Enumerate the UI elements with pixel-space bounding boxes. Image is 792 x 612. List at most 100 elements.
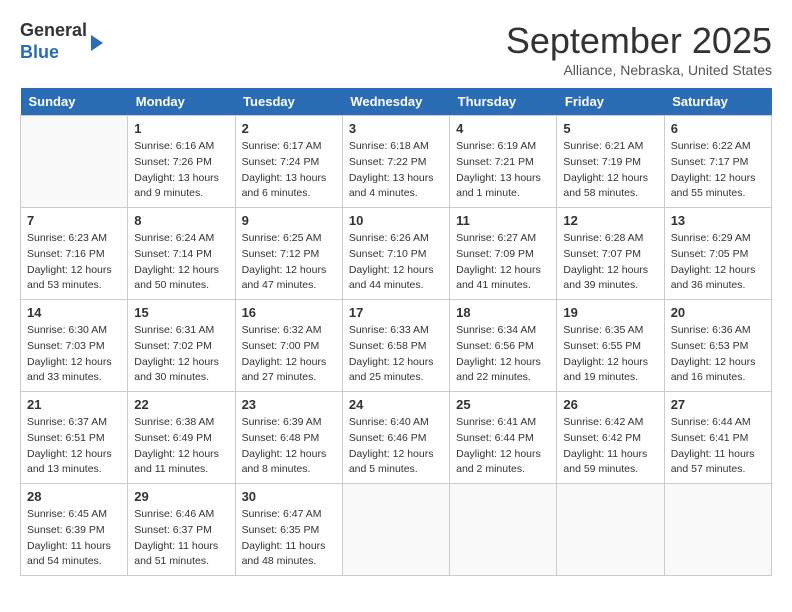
day-info: Sunrise: 6:17 AM Sunset: 7:24 PM Dayligh… [242,139,336,202]
day-info: Sunrise: 6:39 AM Sunset: 6:48 PM Dayligh… [242,415,336,478]
day-info: Sunrise: 6:44 AM Sunset: 6:41 PM Dayligh… [671,415,765,478]
calendar-cell: 21Sunrise: 6:37 AM Sunset: 6:51 PM Dayli… [21,392,128,484]
calendar-week-0: 1Sunrise: 6:16 AM Sunset: 7:26 PM Daylig… [21,116,772,208]
calendar-cell: 3Sunrise: 6:18 AM Sunset: 7:22 PM Daylig… [342,116,449,208]
calendar-week-3: 21Sunrise: 6:37 AM Sunset: 6:51 PM Dayli… [21,392,772,484]
calendar-cell: 6 Sunrise: 6:22 AM Sunset: 7:17 PM Daylig… [664,116,771,208]
calendar-cell [450,484,557,576]
day-number: 13 [671,213,765,228]
page-header: General Blue September 2025 Alliance, Ne… [20,20,772,78]
calendar-cell: 24 Sunrise: 6:40 AM Sunset: 6:46 PM Dayli… [342,392,449,484]
day-info: Sunrise: 6:19 AM Sunset: 7:21 PM Dayligh… [456,139,550,202]
day-number: 20 [671,305,765,320]
calendar-cell: 4 Sunrise: 6:19 AM Sunset: 7:21 PM Daylig… [450,116,557,208]
day-number: 19 [563,305,657,320]
title-block: September 2025 Alliance, Nebraska, Unite… [506,20,772,78]
day-info: Sunrise: 6:46 AM Sunset: 6:37 PM Dayligh… [134,507,228,570]
day-info: Sunrise: 6:16 AM Sunset: 7:26 PM Dayligh… [134,139,228,202]
calendar-week-1: 7 Sunrise: 6:23 AM Sunset: 7:16 PM Daylig… [21,208,772,300]
day-info: Sunrise: 6:26 AM Sunset: 7:10 PM Dayligh… [349,231,443,294]
day-info: Sunrise: 6:23 AM Sunset: 7:16 PM Dayligh… [27,231,121,294]
day-info: Sunrise: 6:22 AM Sunset: 7:17 PM Dayligh… [671,139,765,202]
day-info: Sunrise: 6:35 AM Sunset: 6:55 PM Dayligh… [563,323,657,386]
weekday-header-saturday: Saturday [664,88,771,116]
day-number: 5 [563,121,657,136]
day-info: Sunrise: 6:27 AM Sunset: 7:09 PM Dayligh… [456,231,550,294]
day-number: 18 [456,305,550,320]
calendar-cell: 17 Sunrise: 6:33 AM Sunset: 6:58 PM Dayli… [342,300,449,392]
calendar-cell: 22Sunrise: 6:38 AM Sunset: 6:49 PM Dayli… [128,392,235,484]
logo: General Blue [20,20,103,63]
day-info: Sunrise: 6:21 AM Sunset: 7:19 PM Dayligh… [563,139,657,202]
calendar-cell: 26 Sunrise: 6:42 AM Sunset: 6:42 PM Dayli… [557,392,664,484]
day-info: Sunrise: 6:37 AM Sunset: 6:51 PM Dayligh… [27,415,121,478]
logo-general: General [20,20,87,40]
calendar-cell: 7 Sunrise: 6:23 AM Sunset: 7:16 PM Daylig… [21,208,128,300]
day-number: 7 [27,213,121,228]
day-number: 29 [134,489,228,504]
calendar-header: SundayMondayTuesdayWednesdayThursdayFrid… [21,88,772,116]
day-number: 9 [242,213,336,228]
calendar-cell: 19 Sunrise: 6:35 AM Sunset: 6:55 PM Dayli… [557,300,664,392]
calendar-cell: 25 Sunrise: 6:41 AM Sunset: 6:44 PM Dayli… [450,392,557,484]
day-number: 2 [242,121,336,136]
day-number: 24 [349,397,443,412]
calendar-cell: 12Sunrise: 6:28 AM Sunset: 7:07 PM Dayli… [557,208,664,300]
calendar-cell: 2 Sunrise: 6:17 AM Sunset: 7:24 PM Daylig… [235,116,342,208]
day-number: 23 [242,397,336,412]
day-number: 8 [134,213,228,228]
weekday-header-thursday: Thursday [450,88,557,116]
calendar-cell: 20 Sunrise: 6:36 AM Sunset: 6:53 PM Dayli… [664,300,771,392]
calendar-cell: 10Sunrise: 6:26 AM Sunset: 7:10 PM Dayli… [342,208,449,300]
day-info: Sunrise: 6:30 AM Sunset: 7:03 PM Dayligh… [27,323,121,386]
calendar-cell: 18Sunrise: 6:34 AM Sunset: 6:56 PM Dayli… [450,300,557,392]
calendar-body: 1Sunrise: 6:16 AM Sunset: 7:26 PM Daylig… [21,116,772,576]
calendar-cell [664,484,771,576]
day-number: 4 [456,121,550,136]
day-number: 6 [671,121,765,136]
calendar-cell [342,484,449,576]
calendar-cell: 13Sunrise: 6:29 AM Sunset: 7:05 PM Dayli… [664,208,771,300]
day-number: 27 [671,397,765,412]
logo-blue: Blue [20,42,59,62]
day-info: Sunrise: 6:36 AM Sunset: 6:53 PM Dayligh… [671,323,765,386]
day-info: Sunrise: 6:40 AM Sunset: 6:46 PM Dayligh… [349,415,443,478]
day-info: Sunrise: 6:45 AM Sunset: 6:39 PM Dayligh… [27,507,121,570]
logo-arrow-icon [91,35,103,51]
day-info: Sunrise: 6:33 AM Sunset: 6:58 PM Dayligh… [349,323,443,386]
calendar-cell: 29 Sunrise: 6:46 AM Sunset: 6:37 PM Dayli… [128,484,235,576]
day-info: Sunrise: 6:47 AM Sunset: 6:35 PM Dayligh… [242,507,336,570]
day-info: Sunrise: 6:42 AM Sunset: 6:42 PM Dayligh… [563,415,657,478]
day-info: Sunrise: 6:31 AM Sunset: 7:02 PM Dayligh… [134,323,228,386]
day-number: 14 [27,305,121,320]
weekday-header-wednesday: Wednesday [342,88,449,116]
calendar-cell: 14 Sunrise: 6:30 AM Sunset: 7:03 PM Dayli… [21,300,128,392]
calendar-cell: 15Sunrise: 6:31 AM Sunset: 7:02 PM Dayli… [128,300,235,392]
day-info: Sunrise: 6:41 AM Sunset: 6:44 PM Dayligh… [456,415,550,478]
weekday-header-friday: Friday [557,88,664,116]
day-number: 22 [134,397,228,412]
day-number: 17 [349,305,443,320]
calendar-cell: 23 Sunrise: 6:39 AM Sunset: 6:48 PM Dayli… [235,392,342,484]
calendar-table: SundayMondayTuesdayWednesdayThursdayFrid… [20,88,772,576]
calendar-cell: 16 Sunrise: 6:32 AM Sunset: 7:00 PM Dayli… [235,300,342,392]
calendar-cell: 9 Sunrise: 6:25 AM Sunset: 7:12 PM Daylig… [235,208,342,300]
day-info: Sunrise: 6:32 AM Sunset: 7:00 PM Dayligh… [242,323,336,386]
calendar-cell [557,484,664,576]
day-info: Sunrise: 6:25 AM Sunset: 7:12 PM Dayligh… [242,231,336,294]
calendar-cell [21,116,128,208]
logo-text: General Blue [20,20,87,63]
day-number: 25 [456,397,550,412]
calendar-week-2: 14 Sunrise: 6:30 AM Sunset: 7:03 PM Dayli… [21,300,772,392]
day-number: 16 [242,305,336,320]
weekday-header-row: SundayMondayTuesdayWednesdayThursdayFrid… [21,88,772,116]
day-number: 3 [349,121,443,136]
calendar-cell: 28Sunrise: 6:45 AM Sunset: 6:39 PM Dayli… [21,484,128,576]
calendar-cell: 8Sunrise: 6:24 AM Sunset: 7:14 PM Daylig… [128,208,235,300]
day-number: 11 [456,213,550,228]
calendar-cell: 5 Sunrise: 6:21 AM Sunset: 7:19 PM Daylig… [557,116,664,208]
calendar-cell: 11 Sunrise: 6:27 AM Sunset: 7:09 PM Dayli… [450,208,557,300]
day-number: 26 [563,397,657,412]
calendar-cell: 30Sunrise: 6:47 AM Sunset: 6:35 PM Dayli… [235,484,342,576]
calendar-week-4: 28Sunrise: 6:45 AM Sunset: 6:39 PM Dayli… [21,484,772,576]
